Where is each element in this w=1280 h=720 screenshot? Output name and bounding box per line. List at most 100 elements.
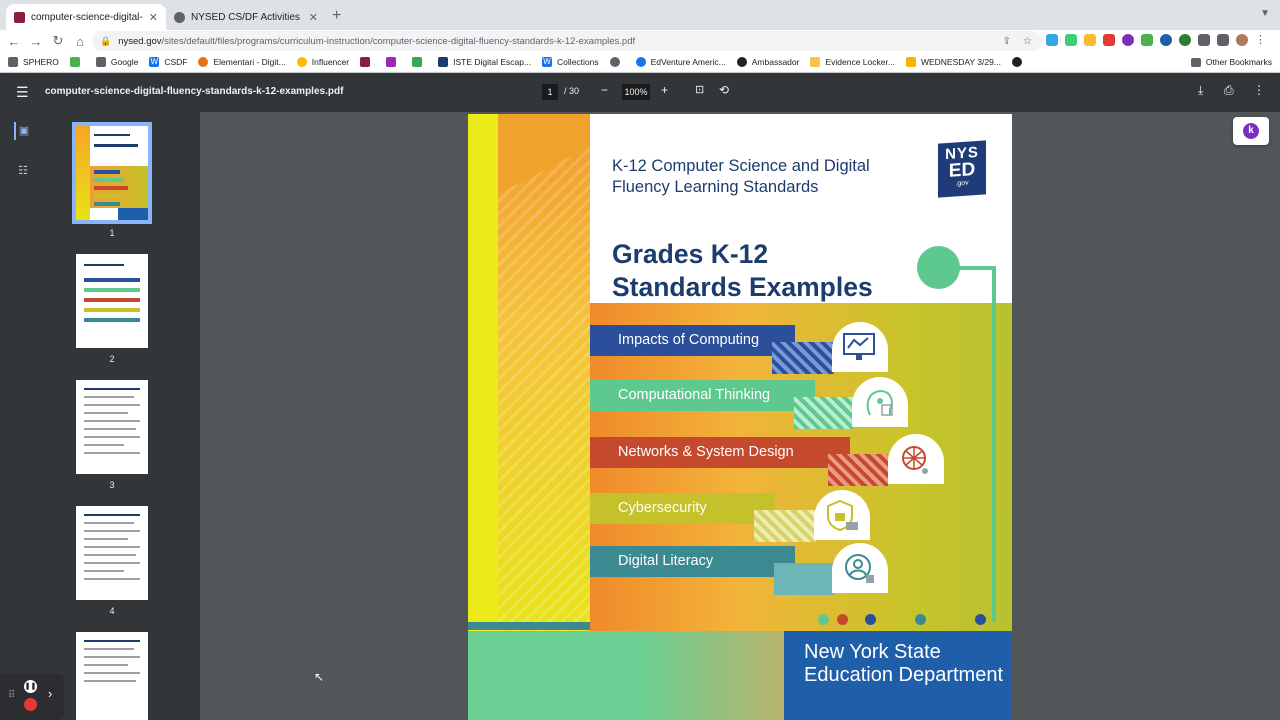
kami-button[interactable]: k	[1233, 117, 1269, 145]
bookmark-label: Ambassador	[751, 57, 800, 67]
bookmark-item[interactable]: Evidence Locker...	[810, 57, 895, 67]
reload-icon[interactable]: ↻	[47, 33, 69, 49]
outline-view-icon[interactable]: ☷	[14, 162, 32, 180]
stop-record-icon[interactable]	[24, 698, 37, 711]
zoom-input[interactable]: 100%	[622, 84, 650, 100]
share-icon[interactable]: ⇪	[1003, 36, 1011, 47]
bookmark-icon	[438, 57, 449, 67]
grammarly-icon[interactable]	[1179, 34, 1191, 46]
bookmark-item[interactable]: Elementari - Digit...	[198, 57, 286, 67]
rotate-icon[interactable]: ⟲	[719, 83, 729, 97]
sidepanel-icon[interactable]	[1217, 34, 1229, 46]
thumbnail-page-2[interactable]	[76, 254, 148, 348]
extension-icon[interactable]	[1103, 34, 1115, 46]
band-digital-literacy: Digital Literacy	[590, 546, 795, 577]
decorative-hatch	[828, 454, 888, 486]
band-label: Digital Literacy	[618, 553, 714, 569]
bookmark-item[interactable]: W Collections	[542, 57, 599, 67]
thumbnails-view-icon[interactable]: ▣	[14, 122, 32, 140]
extension-icon[interactable]	[1084, 34, 1096, 46]
chevron-right-icon[interactable]: ›	[48, 686, 52, 701]
decorative-hatch	[794, 397, 854, 429]
bookmark-item[interactable]: W CSDF	[149, 57, 187, 67]
bookmark-label: SPHERO	[23, 57, 59, 67]
bookmark-item[interactable]: SPHERO	[8, 57, 59, 67]
avatar[interactable]	[1236, 34, 1248, 46]
decorative-dot	[837, 614, 848, 625]
band-label: Cybersecurity	[618, 500, 707, 516]
decorative-footer-band	[468, 631, 784, 720]
tab-title: computer-science-digital-fluen	[31, 11, 143, 23]
bookmark-item[interactable]: WEDNESDAY 3/29...	[905, 57, 1001, 67]
bookmark-item[interactable]: Google	[95, 57, 139, 67]
menu-icon[interactable]: ☰	[16, 84, 29, 101]
bookmark-item[interactable]: EdVenture Americ...	[635, 57, 726, 67]
print-icon[interactable]: ⎙	[1224, 83, 1234, 98]
bookmark-item[interactable]	[609, 57, 625, 67]
thumbnail-page-3[interactable]	[76, 380, 148, 474]
forward-icon[interactable]: →	[25, 34, 47, 49]
band-label: Computational Thinking	[618, 387, 771, 403]
band-label: Networks & System Design	[618, 444, 794, 460]
bookmark-item[interactable]	[69, 57, 85, 67]
band-impacts-of-computing: Impacts of Computing	[590, 325, 795, 356]
zoom-in-icon[interactable]: +	[661, 83, 668, 97]
zoom-out-icon[interactable]: −	[601, 83, 608, 97]
close-icon[interactable]: ✕	[309, 11, 318, 24]
thumbnail-page-1[interactable]	[72, 122, 152, 224]
bookmark-item[interactable]	[1011, 57, 1027, 67]
bookmark-icon	[635, 57, 646, 67]
kami-extension-icon[interactable]	[1122, 34, 1134, 46]
other-bookmarks[interactable]: Other Bookmarks	[1190, 57, 1272, 67]
drag-handle-icon[interactable]: ⠿	[8, 690, 15, 701]
close-icon[interactable]: ✕	[149, 11, 158, 24]
puzzle-icon[interactable]	[1198, 34, 1210, 46]
bookmark-item[interactable]	[360, 57, 375, 67]
bookmark-item[interactable]	[412, 57, 427, 67]
download-icon[interactable]: ⤓	[1198, 83, 1203, 98]
lock-icon: 🔒	[100, 35, 112, 46]
drive-icon[interactable]	[1141, 34, 1153, 46]
new-tab-icon[interactable]: +	[332, 7, 341, 25]
github-icon	[1011, 57, 1022, 67]
decorative-stripe	[468, 114, 498, 634]
more-options-icon[interactable]: ⋮	[1253, 83, 1265, 97]
band-computational-thinking: Computational Thinking	[590, 380, 815, 411]
kami-icon: k	[1243, 123, 1259, 139]
folder-icon	[95, 57, 106, 67]
bookmark-item[interactable]: Ambassador	[736, 57, 800, 67]
back-icon[interactable]: ←	[3, 34, 25, 49]
thumbnail-number: 4	[109, 606, 115, 616]
chevron-down-icon[interactable]: ▼	[1260, 8, 1270, 19]
pause-icon[interactable]: ❚❚	[24, 680, 37, 693]
thumbnail-page-4[interactable]	[76, 506, 148, 600]
bookmark-icon	[905, 57, 916, 67]
kebab-menu-icon[interactable]: ⋮	[1255, 34, 1267, 46]
page-number-input[interactable]: 1	[542, 84, 558, 100]
thumbnail-number: 2	[109, 354, 115, 364]
bookmark-item[interactable]: Influencer	[296, 57, 349, 67]
decorative-line	[992, 266, 996, 622]
extension-icon[interactable]	[1065, 34, 1077, 46]
footer-agency-name: New York State Education Department	[784, 631, 1012, 720]
decorative-dot	[915, 614, 926, 625]
bookmark-label: Elementari - Digit...	[213, 57, 286, 67]
bookmark-item[interactable]	[386, 57, 401, 67]
decorative-dot	[818, 614, 829, 625]
shield-lock-icon	[814, 490, 870, 540]
bookmark-item[interactable]: ISTE Digital Escap...	[438, 57, 531, 67]
address-bar[interactable]: 🔒 nysed.gov/sites/default/files/programs…	[92, 31, 1042, 51]
head-circuit-icon	[852, 377, 908, 427]
home-icon[interactable]: ⌂	[69, 34, 91, 49]
folder-icon	[1190, 57, 1201, 67]
tab-pdf[interactable]: computer-science-digital-fluen ✕	[6, 4, 166, 30]
star-icon[interactable]: ☆	[1023, 36, 1032, 47]
extension-icon[interactable]	[1046, 34, 1058, 46]
thumbnail-page-5[interactable]	[76, 632, 148, 720]
extension-icon[interactable]	[1160, 34, 1172, 46]
fit-page-icon[interactable]: ⊡	[695, 83, 704, 96]
document-title: Grades K-12 Standards Examples	[612, 238, 873, 304]
footer-text: New York State Education Department	[804, 641, 1004, 686]
tab-nysed-activities[interactable]: NYSED CS/DF Activities and Ex ✕	[166, 4, 326, 30]
bookmark-label: Google	[110, 57, 139, 67]
